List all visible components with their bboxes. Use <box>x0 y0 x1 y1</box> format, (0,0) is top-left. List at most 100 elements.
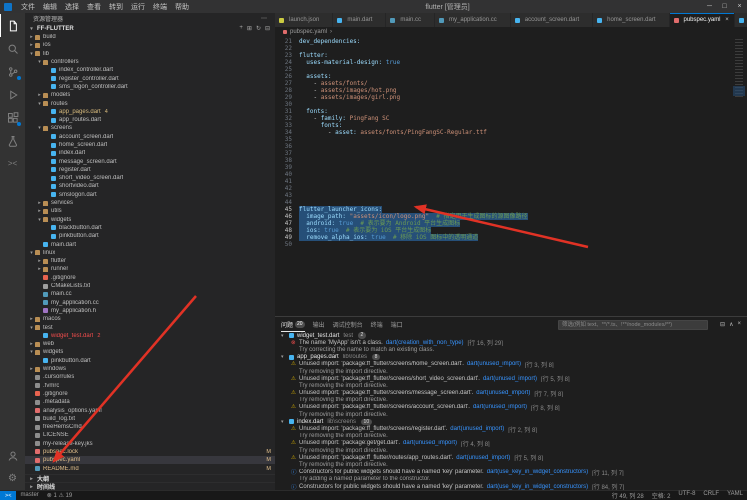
outline-section[interactable]: ▸ 大纲 <box>25 474 275 482</box>
problem-row[interactable]: ⚠Unused import: 'package:get/get.dart'.d… <box>275 440 747 447</box>
maximize-icon[interactable]: □ <box>717 3 732 10</box>
tree-item[interactable]: pubspec.lockM <box>25 448 275 456</box>
problem-row[interactable]: Try removing the import directive. <box>275 411 747 418</box>
problem-file-row[interactable]: ▾index.dartlib\screens10 <box>275 418 747 425</box>
tree-item[interactable]: index_controller.dart <box>25 66 275 74</box>
code-line[interactable]: 47 android: true # 表示要为 Android 平台生成图标 <box>275 220 733 227</box>
code-line[interactable]: 31 fonts: <box>275 108 733 115</box>
problem-code-link[interactable]: dart(use_key_in_widget_constructors) <box>487 469 588 475</box>
code-line[interactable]: 21dev_dependencies: <box>275 38 733 45</box>
menu-帮助[interactable]: 帮助 <box>171 2 193 12</box>
code-line[interactable]: 48 ios: true # 表示要为 iOS 平台生成图标 <box>275 227 733 234</box>
tree-item[interactable]: main.dart <box>25 240 275 248</box>
tree-item[interactable]: app_routes.dart <box>25 116 275 124</box>
status-item[interactable]: master <box>16 492 42 499</box>
tree-item[interactable]: pinkbutton.dart <box>25 232 275 240</box>
problem-row[interactable]: Try removing the import directive. <box>275 382 747 389</box>
tree-item[interactable]: ▸utils <box>25 207 275 215</box>
code-line[interactable]: 46 image_path: "assets/icon/logo.png" # … <box>275 213 733 220</box>
tree-item[interactable]: ▾linux <box>25 249 275 257</box>
problem-row[interactable]: ⚠Unused import: 'package:ff_flutter/scre… <box>275 361 747 368</box>
new-file-icon[interactable]: + <box>239 25 243 32</box>
code-line[interactable]: 35 <box>275 136 733 143</box>
problem-row[interactable]: Try removing the import directive. <box>275 461 747 468</box>
problem-row[interactable]: ⓘConstructors for public widgets should … <box>275 469 747 476</box>
status-item[interactable]: 行 49, 列 28 <box>608 491 648 500</box>
close-icon[interactable]: × <box>732 3 747 10</box>
tab-home_screen.dart[interactable]: home_screen.dart <box>593 13 669 27</box>
gear-icon[interactable]: ⚙ <box>0 467 25 490</box>
problem-row[interactable]: Try removing the import directive. <box>275 368 747 375</box>
problem-row[interactable]: Try correcting the name to match an exis… <box>275 346 747 353</box>
problem-row[interactable]: ⚠Unused import: 'package:ff_flutter/scre… <box>275 375 747 382</box>
collapse-folders-icon[interactable]: ⊟ <box>265 25 270 32</box>
menu-运行[interactable]: 运行 <box>127 2 149 12</box>
timeline-section[interactable]: ▸ 时间线 <box>25 482 275 490</box>
code-line[interactable]: 24 uses-material-design: true <box>275 59 733 66</box>
tree-item[interactable]: .gitignore <box>25 274 275 282</box>
tree-item[interactable]: register.dart <box>25 166 275 174</box>
code-line[interactable]: 37 <box>275 150 733 157</box>
tree-item[interactable]: build_log.txt <box>25 415 275 423</box>
tree-item[interactable]: LICENSE <box>25 431 275 439</box>
code-line[interactable]: 36 <box>275 143 733 150</box>
remote-explorer-icon[interactable]: >< <box>0 152 25 175</box>
new-folder-icon[interactable]: ⊞ <box>247 25 252 32</box>
code-line[interactable]: 39 <box>275 164 733 171</box>
tree-item[interactable]: ▸build <box>25 33 275 41</box>
problem-row[interactable]: Try removing the import directive. <box>275 447 747 454</box>
code-line[interactable]: 43 <box>275 192 733 199</box>
problem-row[interactable]: Try removing the import directive. <box>275 397 747 404</box>
code-line[interactable]: 25 <box>275 66 733 73</box>
tree-item[interactable]: account_screen.dart <box>25 133 275 141</box>
code-line[interactable]: 22 <box>275 45 733 52</box>
tree-item[interactable]: shortvideo.dart <box>25 182 275 190</box>
tree-item[interactable]: ▸ios <box>25 41 275 49</box>
tree-item[interactable]: short_video_screen.dart <box>25 174 275 182</box>
code-line[interactable]: 42 <box>275 185 733 192</box>
tree-item[interactable]: pubspec.yamlM <box>25 456 275 464</box>
tree-item[interactable]: ▾routes <box>25 99 275 107</box>
code-line[interactable]: 34 - asset: assets/fonts/PingFangSC-Regu… <box>275 129 733 136</box>
code-line[interactable]: 26 assets: <box>275 73 733 80</box>
tree-item[interactable]: index.dart <box>25 149 275 157</box>
tab-pubspec.yaml[interactable]: pubspec.yaml× <box>670 13 735 27</box>
panel-tab-调试控制台[interactable]: 调试控制台 <box>333 317 363 332</box>
tab-my_application.cc[interactable]: my_application.cc <box>435 13 511 27</box>
tree-item[interactable]: .gitignore <box>25 390 275 398</box>
explorer-icon[interactable] <box>0 14 25 37</box>
problem-code-link[interactable]: dart(unused_import) <box>456 455 510 461</box>
remote-indicator[interactable]: >< <box>0 491 16 500</box>
menu-终端[interactable]: 终端 <box>149 2 171 12</box>
status-item[interactable]: CRLF <box>699 491 723 500</box>
problem-code-link[interactable]: dart(unused_import) <box>473 404 527 410</box>
code-line[interactable]: 23flutter: <box>275 52 733 59</box>
tab-launch.json[interactable]: launch.json <box>275 13 333 27</box>
tab-account_screen.dart[interactable]: account_screen.dart <box>511 13 593 27</box>
problem-row[interactable]: ⚠Unused import: 'package:ff_flutter/rout… <box>275 454 747 461</box>
menu-选择[interactable]: 选择 <box>61 2 83 12</box>
status-item[interactable]: 空格: 2 <box>648 491 675 500</box>
problem-row[interactable]: ⚠Unused import: 'package:ff_flutter/scre… <box>275 390 747 397</box>
tree-item[interactable]: README.mdM <box>25 464 275 472</box>
code-line[interactable]: 45flutter_launcher_icons: <box>275 206 733 213</box>
code-editor[interactable]: 21dev_dependencies:2223flutter:24 uses-m… <box>275 36 747 316</box>
problem-row[interactable]: ⚠Unused import: 'package:ff_flutter/scre… <box>275 425 747 432</box>
tree-item[interactable]: app_pages.dart4 <box>25 108 275 116</box>
problem-row[interactable]: ⓘConstructors for public widgets should … <box>275 483 747 490</box>
tree-item[interactable]: ▸windows <box>25 365 275 373</box>
code-line[interactable]: 30 <box>275 101 733 108</box>
maximize-panel-icon[interactable]: ∧ <box>729 321 733 328</box>
tree-item[interactable]: register_controller.dart <box>25 74 275 82</box>
code-line[interactable]: 29 - assets/images/girl.png <box>275 94 733 101</box>
tree-item[interactable]: ▸models <box>25 91 275 99</box>
code-line[interactable]: 49 remove_alpha_ios: true # 移除 iOS 图标中的透… <box>275 234 733 241</box>
menu-查看[interactable]: 查看 <box>83 2 105 12</box>
problem-row[interactable]: ⊗The name 'MyApp' isn't a class.dart(cre… <box>275 339 747 346</box>
tree-item[interactable]: smslogon.dart <box>25 191 275 199</box>
breadcrumb[interactable]: pubspec.yaml › <box>275 27 747 36</box>
code-line[interactable]: 50 <box>275 241 733 248</box>
tree-item[interactable]: ▾test <box>25 323 275 331</box>
problem-file-row[interactable]: ▾widget_test.darttest2 <box>275 332 747 339</box>
more-actions-icon[interactable]: ⋯ <box>261 15 267 22</box>
